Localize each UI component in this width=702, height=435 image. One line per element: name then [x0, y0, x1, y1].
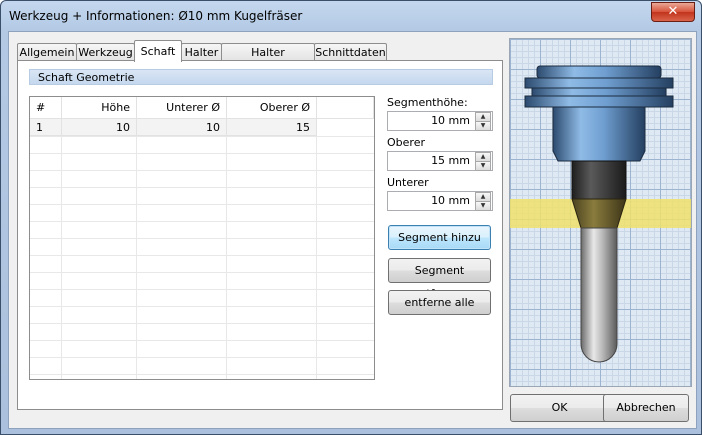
holder-groove: [531, 87, 667, 97]
row-oberer[interactable]: 15: [227, 119, 317, 136]
group-header: Schaft Geometrie: [29, 69, 493, 85]
segment-remove-button[interactable]: Segment entfernen: [388, 258, 491, 300]
tool-preview-drawing: [510, 65, 691, 363]
holder-flange-2: [524, 95, 674, 108]
unterer-durchmesser-value: 10 mm: [431, 194, 470, 207]
grid-col-line: [226, 136, 227, 379]
title-bar: Werkzeug + Informationen: Ø10 mm Kugelfr…: [1, 1, 701, 31]
dialog-window: Werkzeug + Informationen: Ø10 mm Kugelfr…: [0, 0, 702, 435]
spin-down-icon[interactable]: ▼: [475, 121, 491, 131]
tool-preview: [509, 38, 692, 387]
oberer-durchmesser-value: 15 mm: [431, 154, 470, 167]
close-button[interactable]: ✕: [651, 2, 695, 22]
holder-body: [552, 106, 646, 162]
column-header-index[interactable]: #: [30, 97, 62, 119]
column-header-unterer[interactable]: Unterer Ø: [137, 97, 227, 119]
row-index[interactable]: 1: [30, 119, 62, 136]
column-header-oberer[interactable]: Oberer Ø: [227, 97, 317, 119]
segmenthoehe-value: 10 mm: [431, 114, 470, 127]
schaft-panel: Schaft Geometrie # Höhe Unterer Ø Oberer…: [17, 60, 503, 410]
ball-cutter: [580, 227, 618, 363]
holder-flange: [524, 77, 674, 89]
unterer-durchmesser-stepper[interactable]: 10 mm ▲ ▼: [387, 191, 493, 211]
segmenthoehe-stepper[interactable]: 10 mm ▲ ▼: [387, 111, 493, 131]
window-title: Werkzeug + Informationen: Ø10 mm Kugelfr…: [9, 9, 303, 23]
segment-add-button[interactable]: Segment hinzu: [388, 225, 491, 250]
spin-down-icon[interactable]: ▼: [475, 201, 491, 211]
tab-werkzeug[interactable]: Werkzeug: [76, 43, 135, 61]
tab-allgemein[interactable]: Allgemein: [17, 43, 77, 61]
column-header-hoehe[interactable]: Höhe: [62, 97, 137, 119]
grid-col-line: [61, 136, 62, 379]
column-header-filler: [317, 97, 374, 119]
tab-schnittdaten[interactable]: Schnittdaten: [314, 43, 387, 61]
tab-halter-geometrie[interactable]: Halter Geometrie: [221, 43, 315, 76]
shank-taper: [571, 198, 627, 229]
segment-table[interactable]: # Höhe Unterer Ø Oberer Ø 1 10 10 15: [29, 96, 375, 380]
empty-grid: [30, 136, 374, 379]
tab-halter[interactable]: Halter: [181, 43, 222, 61]
spin-down-icon[interactable]: ▼: [475, 161, 491, 171]
segmenthoehe-label: Segmenthöhe:: [387, 96, 468, 109]
holder-top-ring: [536, 65, 662, 79]
oberer-durchmesser-stepper[interactable]: 15 mm ▲ ▼: [387, 151, 493, 171]
cancel-button[interactable]: Abbrechen: [603, 394, 689, 422]
close-icon: ✕: [667, 4, 679, 19]
remove-all-button[interactable]: entferne alle: [388, 290, 491, 315]
tab-schaft[interactable]: Schaft: [134, 40, 182, 62]
shank: [571, 160, 627, 200]
grid-col-line: [136, 136, 137, 379]
ok-button[interactable]: OK: [510, 394, 609, 422]
row-hoehe[interactable]: 10: [62, 119, 137, 136]
dialog-client: Allgemein Werkzeug Schaft Halter Halter …: [8, 31, 697, 429]
grid-col-line: [316, 136, 317, 379]
row-unterer[interactable]: 10: [137, 119, 227, 136]
